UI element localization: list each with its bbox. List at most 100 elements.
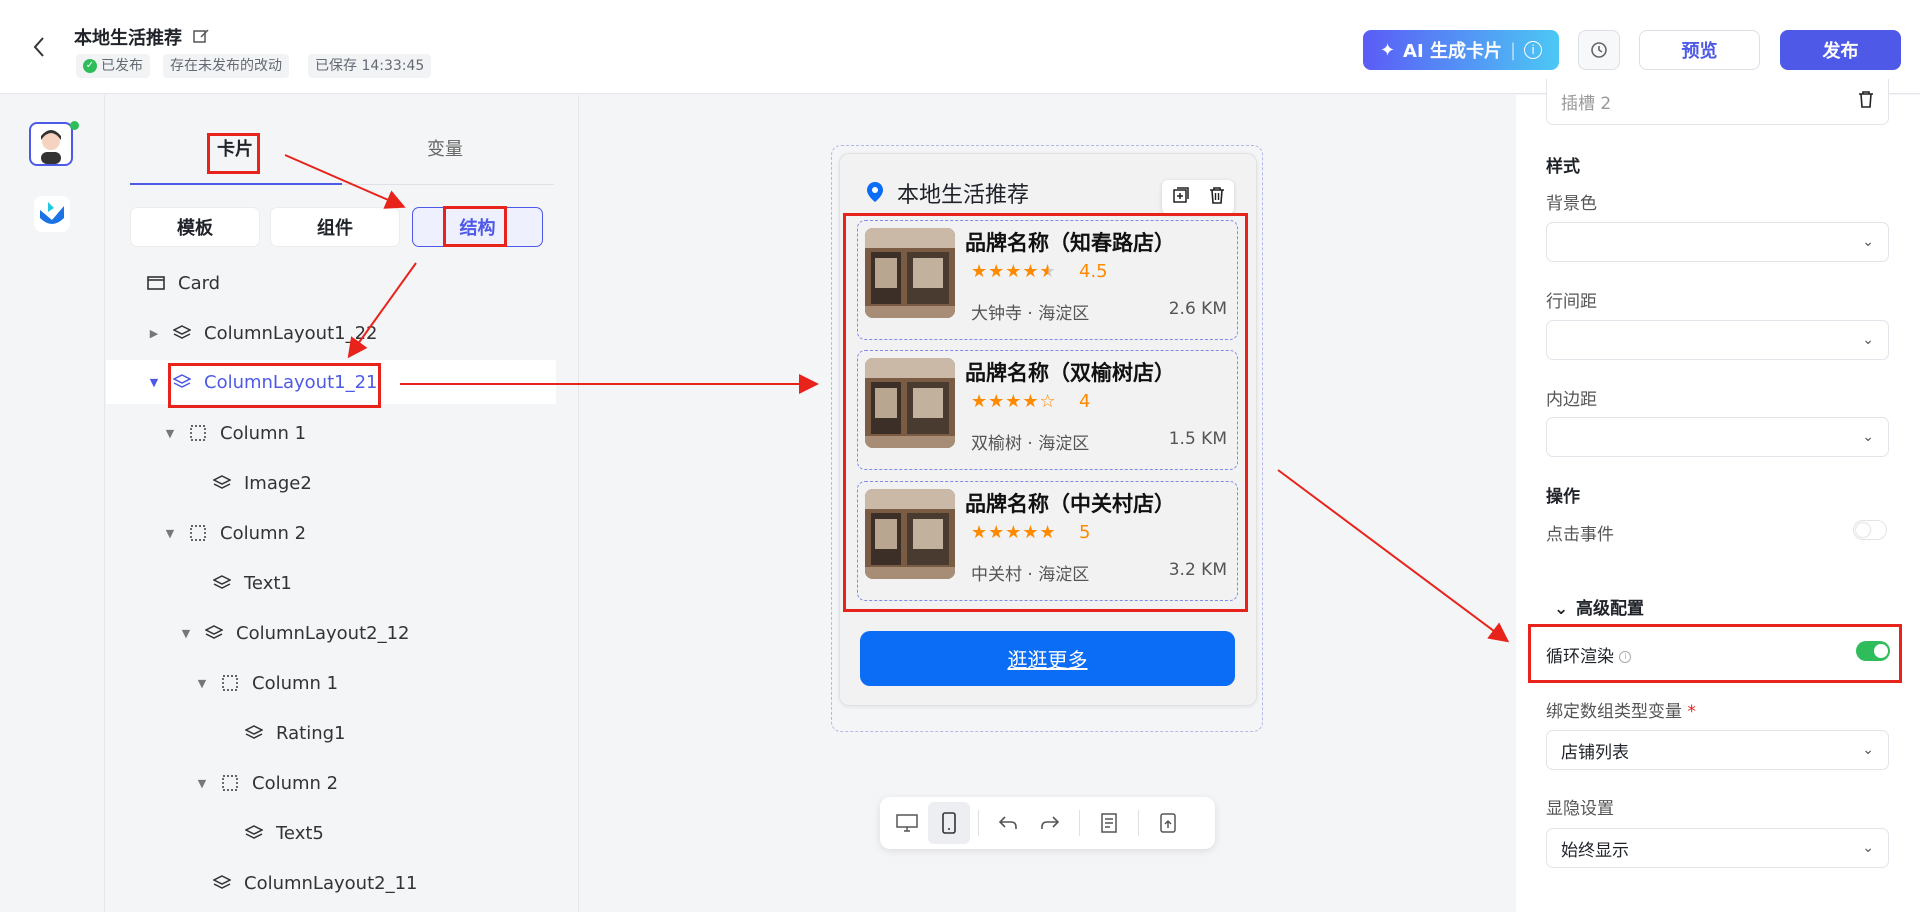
- tree-node-columnlayout1-21[interactable]: ▼ ColumnLayout1_21: [106, 360, 556, 404]
- tab-variables[interactable]: 变量: [427, 135, 463, 161]
- history-button[interactable]: [1578, 30, 1620, 70]
- visibility-select[interactable]: 始终显示 ⌄: [1546, 828, 1889, 868]
- tree-node-image2[interactable]: Image2: [212, 461, 312, 505]
- rating-stars-icon: ★★★★★: [971, 522, 1057, 543]
- tree-node-column-2[interactable]: ▼ Column 2: [162, 511, 306, 555]
- tree-node-columnlayout2-11[interactable]: ColumnLayout2_11: [212, 861, 417, 905]
- export-icon[interactable]: [1147, 802, 1189, 844]
- caret-down-icon[interactable]: ▼: [162, 427, 178, 440]
- segment-components[interactable]: 组件: [270, 207, 400, 247]
- padding-label: 内边距: [1546, 390, 1597, 410]
- element-action-toolbar: [1162, 180, 1234, 214]
- redo-icon[interactable]: [1029, 802, 1071, 844]
- store-location: 大钟寺 · 海淀区: [971, 304, 1090, 324]
- status-badge-saved: 已保存 14:33:45: [308, 54, 432, 78]
- rating-value: 4.5: [1079, 261, 1108, 282]
- canvas-toolbar: [880, 797, 1215, 849]
- ai-generate-card-button[interactable]: ✦ AI 生成卡片 | i: [1363, 30, 1559, 70]
- back-arrow-icon[interactable]: [28, 36, 50, 58]
- card-title: 本地生活推荐: [897, 183, 1030, 208]
- explore-more-button[interactable]: 逛逛更多: [860, 631, 1235, 686]
- rating-value: 4: [1079, 391, 1091, 412]
- trash-icon[interactable]: [1858, 90, 1874, 113]
- segment-structure[interactable]: 结构: [412, 207, 543, 247]
- bind-array-label: 绑定数组类型变量 *: [1546, 702, 1696, 722]
- caret-down-icon[interactable]: ▼: [162, 527, 178, 540]
- store-location: 中关村 · 海淀区: [971, 565, 1090, 585]
- store-distance: 3.2 KM: [1168, 560, 1227, 580]
- tree-node-columnlayout2-12[interactable]: ▼ ColumnLayout2_12: [178, 611, 410, 655]
- caret-down-icon[interactable]: ▼: [194, 777, 210, 790]
- chevron-down-icon: ⌄: [1862, 742, 1874, 758]
- info-icon[interactable]: i: [1524, 41, 1543, 59]
- store-image: [865, 228, 955, 318]
- tree-node-column-1-nested[interactable]: ▼ Column 1: [194, 661, 338, 705]
- padding-select[interactable]: ⌄: [1546, 417, 1889, 457]
- location-pin-icon: [866, 181, 884, 208]
- bot-app-icon[interactable]: [34, 196, 70, 232]
- status-badge-unpublished: 存在未发布的改动: [163, 54, 289, 78]
- list-item[interactable]: 品牌名称（知春路店） ★★★★★ 4.5 大钟寺 · 海淀区 2.6 KM: [857, 220, 1238, 340]
- layers-icon: [212, 573, 232, 593]
- chevron-down-icon: ⌄: [1862, 234, 1874, 250]
- tree-node-columnlayout1-22[interactable]: ▶ ColumnLayout1_22: [146, 311, 378, 355]
- publish-button[interactable]: 发布: [1780, 30, 1901, 70]
- list-item[interactable]: 品牌名称（中关村店） ★★★★★ 5 中关村 · 海淀区 3.2 KM: [857, 481, 1238, 601]
- style-section-title: 样式: [1546, 157, 1580, 177]
- bg-color-select[interactable]: ⌄: [1546, 222, 1889, 262]
- store-image: [865, 489, 955, 579]
- check-circle-icon: ✓: [83, 59, 97, 73]
- caret-right-icon[interactable]: ▶: [146, 327, 162, 340]
- click-event-toggle[interactable]: [1853, 520, 1887, 540]
- tree-node-column-2-nested[interactable]: ▼ Column 2: [194, 761, 338, 805]
- store-name: 品牌名称（中关村店）: [965, 492, 1175, 516]
- structure-panel: 卡片 变量 模板 组件 结构 Card ▶ ColumnLayout1_22 ▼…: [106, 95, 579, 912]
- page-title: 本地生活推荐: [74, 28, 182, 49]
- rating-stars-icon: ★★★★☆: [971, 391, 1057, 412]
- mobile-view-icon[interactable]: [928, 802, 970, 844]
- caret-down-icon[interactable]: ▼: [146, 376, 162, 389]
- status-badge-published: ✓ 已发布: [76, 54, 150, 78]
- online-dot-icon: [70, 121, 79, 130]
- chevron-down-icon: ⌄: [1862, 429, 1874, 445]
- tab-card[interactable]: 卡片: [217, 135, 253, 161]
- loop-render-toggle[interactable]: [1856, 641, 1890, 661]
- column-icon: [188, 523, 208, 543]
- column-icon: [220, 673, 240, 693]
- store-distance: 1.5 KM: [1168, 429, 1227, 449]
- rating-value: 5: [1079, 522, 1091, 543]
- document-icon[interactable]: [1088, 802, 1130, 844]
- tree-node-column-1[interactable]: ▼ Column 1: [162, 411, 306, 455]
- advanced-section-title[interactable]: ⌄ 高级配置: [1554, 594, 1644, 619]
- line-spacing-select[interactable]: ⌄: [1546, 320, 1889, 360]
- info-icon[interactable]: i: [1619, 651, 1632, 663]
- bind-array-select[interactable]: 店铺列表 ⌄: [1546, 730, 1889, 770]
- tree-node-card[interactable]: Card: [146, 261, 220, 305]
- trash-icon[interactable]: [1209, 186, 1225, 209]
- tree-node-text1[interactable]: Text1: [212, 561, 292, 605]
- store-image: [865, 358, 955, 448]
- loop-render-label: 循环渲染 i: [1546, 642, 1632, 667]
- store-name: 品牌名称（知春路店）: [965, 231, 1175, 255]
- tree-node-rating1[interactable]: Rating1: [244, 711, 346, 755]
- store-location: 双榆树 · 海淀区: [971, 434, 1090, 454]
- tree-node-text5[interactable]: Text5: [244, 811, 324, 855]
- chevron-down-icon: ⌄: [1862, 840, 1874, 856]
- edit-icon[interactable]: [192, 27, 210, 45]
- card-icon: [146, 273, 166, 293]
- undo-icon[interactable]: [987, 802, 1029, 844]
- list-item[interactable]: 品牌名称（双榆树店） ★★★★☆ 4 双榆树 · 海淀区 1.5 KM: [857, 350, 1238, 470]
- preview-button[interactable]: 预览: [1639, 30, 1760, 70]
- caret-down-icon[interactable]: ▼: [178, 627, 194, 640]
- column-icon: [188, 423, 208, 443]
- slot-field[interactable]: 插槽 2: [1546, 79, 1889, 125]
- segment-templates[interactable]: 模板: [130, 207, 260, 247]
- bg-color-label: 背景色: [1546, 194, 1597, 214]
- chevron-down-icon: ⌄: [1554, 599, 1569, 619]
- avatar[interactable]: [29, 122, 73, 166]
- sparkle-icon: ✦: [1379, 39, 1396, 61]
- caret-down-icon[interactable]: ▼: [194, 677, 210, 690]
- copy-icon[interactable]: [1172, 186, 1190, 209]
- line-spacing-label: 行间距: [1546, 292, 1597, 312]
- desktop-view-icon[interactable]: [886, 802, 928, 844]
